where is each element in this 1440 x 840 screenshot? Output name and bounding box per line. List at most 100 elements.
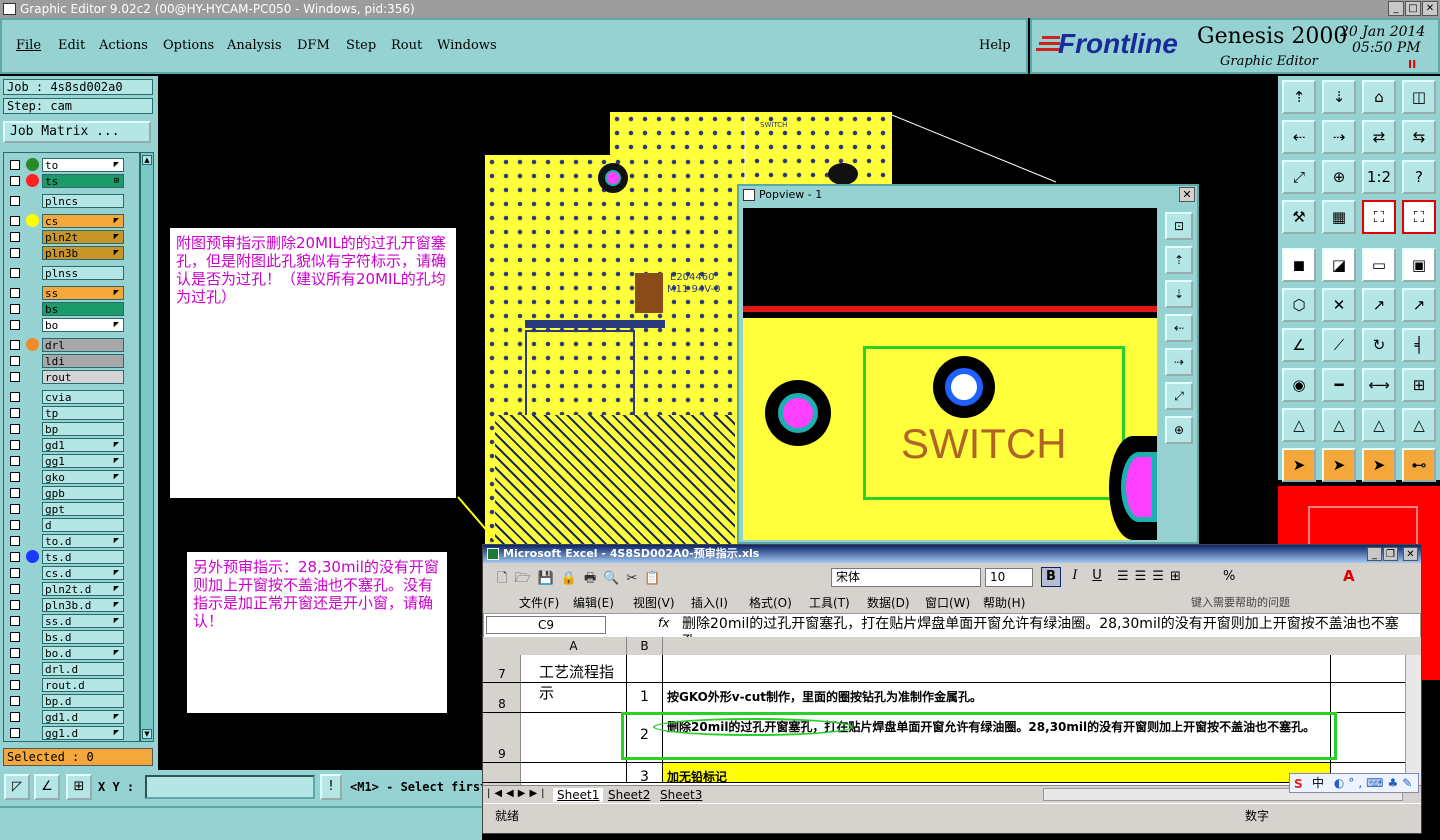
swap-icon[interactable]: ⇄	[1362, 120, 1396, 154]
rotate-icon[interactable]: ↻	[1362, 328, 1396, 362]
excel-menu-item[interactable]: 文件(F)	[519, 594, 559, 611]
frame-icon[interactable]: ▣	[1402, 248, 1436, 282]
popview-tool-icon[interactable]: ⊕	[1165, 416, 1193, 444]
excel-menu-item[interactable]: 数据(D)	[867, 594, 910, 611]
cell-b[interactable]: 1	[627, 683, 663, 712]
angle-icon[interactable]: ∠	[1282, 328, 1316, 362]
popview-close-button[interactable]: ✕	[1179, 187, 1195, 202]
select-pad-icon[interactable]: ◼	[1282, 248, 1316, 282]
table-row[interactable]: 7 工艺流程指示	[483, 655, 1405, 702]
pan-right-icon[interactable]: ⇢	[1322, 120, 1356, 154]
fit-icon[interactable]: ⤢	[1282, 160, 1316, 194]
net-icon[interactable]: ⬡	[1282, 288, 1316, 322]
popview-tool-icon[interactable]: ⇠	[1165, 314, 1193, 342]
split-icon[interactable]: ╡	[1402, 328, 1436, 362]
italic-button[interactable]: I	[1065, 567, 1085, 587]
center-icon[interactable]: ⊕	[1322, 160, 1356, 194]
excel-menu-item[interactable]: 帮助(H)	[983, 594, 1025, 611]
sheet-tab-3[interactable]: Sheet3	[660, 788, 702, 802]
cell-a[interactable]	[521, 763, 627, 782]
scale-icon[interactable]: 1:2	[1362, 160, 1396, 194]
pointer-icon[interactable]: ➤	[1282, 448, 1316, 482]
tools-icon[interactable]: ⚒	[1282, 200, 1316, 234]
vector-icon[interactable]: ↗	[1362, 288, 1396, 322]
excel-restore-button[interactable]: ❐	[1383, 547, 1398, 561]
pointer-select-icon[interactable]: ➤	[1362, 448, 1396, 482]
column-header-b[interactable]: B	[627, 637, 663, 655]
arch-alt-icon[interactable]: △	[1402, 408, 1436, 442]
row-number[interactable]: 9	[483, 713, 521, 762]
popview-tool-icon[interactable]: ⤢	[1165, 382, 1193, 410]
cell-a[interactable]	[521, 683, 627, 712]
ime-toolbar[interactable]: S 中 ◐°,⌨♣✎	[1289, 773, 1419, 793]
popview-tool-icon[interactable]: ⊡	[1165, 212, 1193, 240]
cell-c[interactable]	[663, 655, 1331, 682]
excel-close-button[interactable]: ✕	[1403, 547, 1418, 561]
distance-icon[interactable]: ⟷	[1362, 368, 1396, 402]
excel-menu-item[interactable]: 编辑(E)	[573, 594, 614, 611]
cell-b[interactable]: 3	[627, 763, 663, 785]
delete-icon[interactable]: ◪	[1322, 248, 1356, 282]
name-box[interactable]: C9	[486, 616, 606, 634]
route-icon[interactable]: ⊷	[1402, 448, 1436, 482]
excel-minimize-button[interactable]: _	[1367, 547, 1382, 561]
sheet-tab-1[interactable]: Sheet1	[553, 788, 604, 802]
layers-alt-icon[interactable]: ⛶	[1402, 200, 1436, 234]
zoom-out-icon[interactable]: ⇣	[1322, 80, 1356, 114]
sheet-nav-icons[interactable]: |◀◀▶▶|	[487, 788, 549, 799]
row-number[interactable]: 7	[483, 655, 521, 682]
spreadsheet-grid[interactable]: A B 7 工艺流程指示 8 1 按GKO外形v-cut制作，里面的圈按钻孔为准制作金属…	[483, 637, 1421, 805]
line-icon[interactable]: ⟋	[1322, 328, 1356, 362]
table-row[interactable]: 8 1 按GKO外形v-cut制作，里面的圈按钻孔为准制作金属孔。	[483, 683, 1405, 713]
bold-button[interactable]: B	[1041, 567, 1061, 587]
ime-mode[interactable]: 中	[1312, 776, 1324, 790]
excel-menu-item[interactable]: 插入(I)	[691, 594, 728, 611]
bar-icon[interactable]: ━	[1322, 368, 1356, 402]
excel-menu-item[interactable]: 窗口(W)	[925, 594, 970, 611]
array-icon[interactable]: ⊞	[1402, 368, 1436, 402]
column-header-a[interactable]: A	[521, 637, 627, 655]
popview-tool-icon[interactable]: ⇡	[1165, 246, 1193, 274]
vector-alt-icon[interactable]: ↗	[1402, 288, 1436, 322]
arch-icon[interactable]: △	[1362, 408, 1396, 442]
excel-menu-item[interactable]: 视图(V)	[633, 594, 675, 611]
popview-canvas[interactable]: SWITCH	[743, 208, 1157, 540]
help-icon[interactable]: ?	[1402, 160, 1436, 194]
excel-menu-item[interactable]: 格式(O)	[749, 594, 792, 611]
cell-a[interactable]: 工艺流程指示	[521, 655, 627, 702]
pointer-box-icon[interactable]: ➤	[1322, 448, 1356, 482]
home-view-icon[interactable]: ⌂	[1362, 80, 1396, 114]
cell-a[interactable]	[521, 713, 627, 762]
help-search-input[interactable]: 键入需要帮助的问题	[1191, 594, 1351, 610]
popview-tool-icon[interactable]: ⇣	[1165, 280, 1193, 308]
ime-tool-icons[interactable]: ◐°,⌨♣✎	[1334, 776, 1416, 790]
cross-icon[interactable]: ✕	[1322, 288, 1356, 322]
row-number[interactable]	[483, 763, 521, 782]
fx-icon[interactable]: fx	[658, 616, 669, 630]
row-number[interactable]: 8	[483, 683, 521, 712]
pad-icon[interactable]: ◉	[1282, 368, 1316, 402]
cell-c[interactable]: 按GKO外形v-cut制作，里面的圈按钻孔为准制作金属孔。	[663, 683, 1331, 712]
excel-menu-item[interactable]: 工具(T)	[809, 594, 850, 611]
triangle-icon[interactable]: △	[1282, 408, 1316, 442]
table-row[interactable]: 3 加无铅标记	[483, 763, 1405, 785]
layers-icon[interactable]: ⛶	[1362, 200, 1396, 234]
percent-icon[interactable]: %	[1223, 569, 1235, 584]
grid-icon[interactable]: ▦	[1322, 200, 1356, 234]
pan-left-icon[interactable]: ⇠	[1282, 120, 1316, 154]
underline-button[interactable]: U	[1087, 567, 1107, 587]
sheet-tab-2[interactable]: Sheet2	[608, 788, 650, 802]
scale-grid-icon[interactable]: ▭	[1362, 248, 1396, 282]
cell-c[interactable]: 加无铅标记	[663, 763, 1331, 784]
font-name-select[interactable]: 宋体	[831, 568, 981, 587]
font-size-select[interactable]: 10	[985, 568, 1033, 587]
cell-b[interactable]	[627, 655, 663, 682]
flip-icon[interactable]: ⇆	[1402, 120, 1436, 154]
triangle-alt-icon[interactable]: △	[1322, 408, 1356, 442]
window-icon[interactable]: ◫	[1402, 80, 1436, 114]
popview-tool-icon[interactable]: ⇢	[1165, 348, 1193, 376]
standard-toolbar-icons[interactable]: 🗋🗁💾🔒🖶🔍✂📋	[497, 569, 667, 591]
alignment-icons[interactable]: ☰☰☰⊞	[1117, 569, 1187, 584]
zoom-in-icon[interactable]: ⇡	[1282, 80, 1316, 114]
font-color-icon[interactable]: A	[1343, 567, 1355, 585]
